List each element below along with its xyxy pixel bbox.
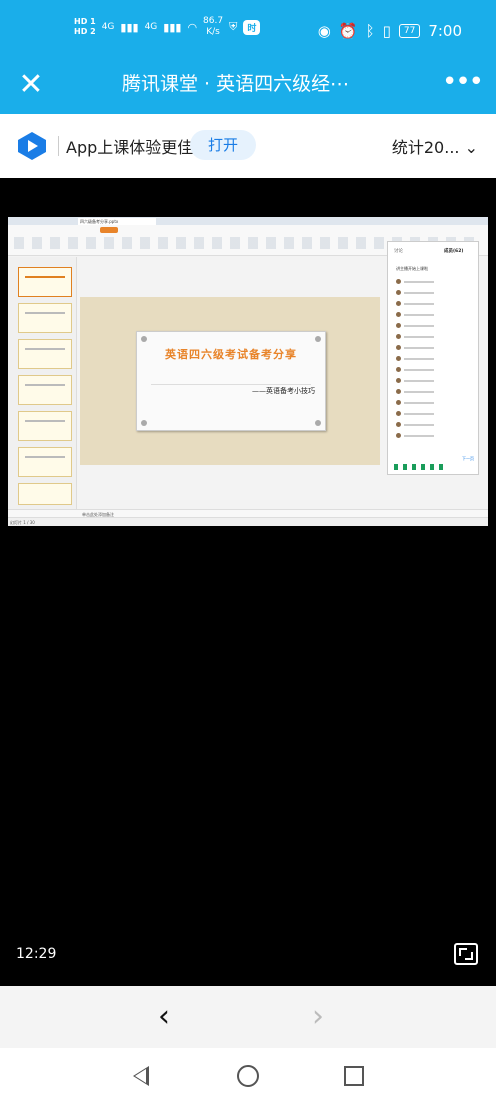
member-panel: 讨论 成员(62) 讲主播开始上课啦 下一页 <box>387 241 479 475</box>
divider <box>151 384 311 385</box>
divider <box>58 136 59 156</box>
slide-counter: 幻灯片 1 / 30 <box>10 520 35 525</box>
list-item <box>396 311 434 318</box>
battery-level: 77 <box>398 24 421 38</box>
vibrate-icon: ▯ <box>382 22 391 40</box>
open-app-button[interactable]: 打开 <box>190 130 256 160</box>
slide-thumbnail <box>18 303 72 333</box>
slide-thumbnail <box>18 339 72 369</box>
panel-tab-discussion: 讨论 <box>394 249 403 254</box>
signal-bars-icon: ▮▮▮ <box>163 20 182 34</box>
list-item <box>396 399 434 406</box>
slide-subtitle: ——英语备考小技巧 <box>252 387 315 395</box>
slide-thumbnail <box>18 447 72 477</box>
panel-tab-members: 成员(62) <box>444 249 464 254</box>
open-app-banner: App上课体验更佳 打开 统计20... ⌄ <box>0 114 496 178</box>
list-item <box>396 377 434 384</box>
list-item <box>396 410 434 417</box>
slide-thumbnail <box>18 483 72 505</box>
list-item <box>396 355 434 362</box>
list-item <box>396 432 434 439</box>
ribbon-active-tab <box>100 227 118 233</box>
app-bar: ✕ 腾讯课堂 · 英语四六级经⋯ ••• <box>0 60 496 114</box>
list-item <box>396 366 434 373</box>
list-item <box>396 289 434 296</box>
slide-title: 英语四六级考试备考分享 <box>165 348 297 361</box>
shared-screen: 四六级备考分享.pptx 英语四六级考试备考分享 ——英语备考小技巧 讨论 成员… <box>8 217 488 526</box>
system-recents-icon[interactable] <box>344 1066 364 1086</box>
list-item <box>396 333 434 340</box>
shield-icon: ⛨ <box>229 20 238 33</box>
browser-nav: ‹ › <box>0 986 496 1048</box>
wifi-icon: ◠ <box>187 20 198 34</box>
network-speed: 86.7 K/s <box>203 16 223 38</box>
ppt-status-bar: 幻灯片 1 / 30 <box>8 517 488 526</box>
list-item <box>396 421 434 428</box>
hd1-label: HD 1 <box>74 17 96 26</box>
speed-unit: K/s <box>206 27 220 37</box>
video-elapsed-time: 12:29 <box>16 946 57 962</box>
list-item <box>396 278 434 285</box>
system-home-icon[interactable] <box>237 1065 259 1087</box>
list-item <box>396 300 434 307</box>
signal-2-label: 4G <box>144 22 158 32</box>
signal-1-label: 4G <box>101 22 115 32</box>
system-back-icon[interactable] <box>133 1066 149 1086</box>
status-bar: HD 1 HD 2 4G ▮▮▮ 4G ▮▮▮ ◠ 86.7 K/s ⛨ 时 ◉… <box>0 0 496 60</box>
slide-thumbnails <box>8 257 77 509</box>
pin-icon <box>315 336 321 342</box>
status-right: ◉ ⏰ ᛒ ▯ 77 7:00 <box>318 22 462 40</box>
slide-canvas: 英语四六级考试备考分享 ——英语备考小技巧 <box>80 297 380 465</box>
page-title: 腾讯课堂 · 英语四六级经⋯ <box>122 73 350 95</box>
list-item <box>396 344 434 351</box>
slide-thumbnail <box>18 375 72 405</box>
stats-dropdown[interactable]: 统计20... ⌄ <box>392 134 478 158</box>
slide-thumbnail <box>18 267 72 297</box>
hd2-label: HD 2 <box>74 27 96 36</box>
window-tabs: 四六级备考分享.pptx <box>8 217 488 225</box>
app-pill: 时 <box>243 19 261 35</box>
slide-thumbnail <box>18 411 72 441</box>
pin-icon <box>141 336 147 342</box>
clock-time: 7:00 <box>428 22 462 40</box>
eye-icon: ◉ <box>317 22 331 40</box>
panel-header: 讲主播开始上课啦 <box>396 266 428 271</box>
pin-icon <box>315 420 321 426</box>
fullscreen-icon[interactable] <box>454 943 478 965</box>
alarm-icon: ⏰ <box>338 22 358 40</box>
more-icon[interactable]: ••• <box>442 69 484 95</box>
list-item <box>396 388 434 395</box>
banner-text: App上课体验更佳 <box>66 138 194 157</box>
pin-icon <box>141 420 147 426</box>
forward-arrow-icon[interactable]: › <box>312 1000 324 1034</box>
hd-indicator: HD 1 HD 2 <box>74 17 96 37</box>
next-page-link: 下一页 <box>462 456 474 461</box>
signal-bars-icon: ▮▮▮ <box>120 20 139 34</box>
chevron-down-icon: ⌄ <box>464 138 478 157</box>
doc-tab: 四六级备考分享.pptx <box>78 218 156 225</box>
close-icon[interactable]: ✕ <box>14 68 48 102</box>
stats-label: 统计20... <box>391 138 460 157</box>
tencent-classroom-logo-icon <box>18 132 46 160</box>
status-left: HD 1 HD 2 4G ▮▮▮ 4G ▮▮▮ ◠ 86.7 K/s ⛨ 时 <box>74 16 261 38</box>
speed-value: 86.7 <box>203 16 224 26</box>
back-arrow-icon[interactable]: ‹ <box>158 1000 170 1034</box>
list-item <box>396 322 434 329</box>
panel-toolbar <box>394 464 444 470</box>
bluetooth-icon: ᛒ <box>365 22 375 40</box>
title-card: 英语四六级考试备考分享 ——英语备考小技巧 <box>136 331 326 431</box>
system-nav-bar <box>0 1048 496 1103</box>
